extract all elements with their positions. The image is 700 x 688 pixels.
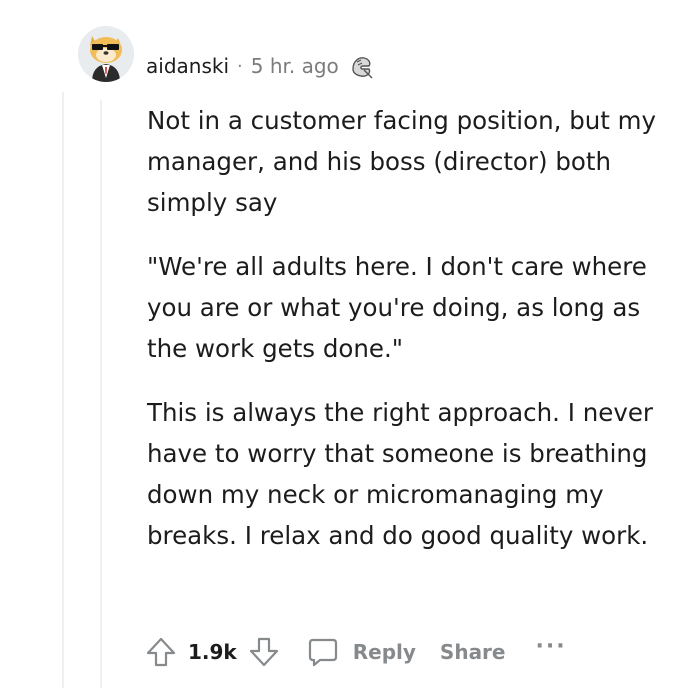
share-button[interactable]: Share xyxy=(440,640,506,664)
separator-dot: · xyxy=(237,55,243,77)
comment-body: Not in a customer facing position, but m… xyxy=(147,100,677,579)
comment-paragraph-1: Not in a customer facing position, but m… xyxy=(147,106,657,217)
downvote-icon xyxy=(249,637,278,667)
thread-line[interactable] xyxy=(62,92,64,688)
avatar[interactable] xyxy=(78,26,134,82)
vote-score: 1.9k xyxy=(188,640,237,664)
more-options-button[interactable]: ··· xyxy=(536,634,567,659)
comment-header: aidanski · 5 hr. ago xyxy=(146,52,377,80)
avatar-icon xyxy=(78,26,134,82)
upvote-icon xyxy=(146,637,176,667)
upvote-button[interactable] xyxy=(140,631,182,673)
comment-paragraph-2: "We're all adults here. I don't care whe… xyxy=(147,252,647,363)
timestamp[interactable]: 5 hr. ago xyxy=(251,54,339,78)
reply-button[interactable]: Reply xyxy=(307,636,416,668)
downvote-button[interactable] xyxy=(243,631,285,673)
reply-label: Reply xyxy=(352,640,416,664)
comment-actions: 1.9k Reply Share ··· xyxy=(140,628,567,676)
reply-icon xyxy=(308,638,337,667)
comment-thread-line[interactable] xyxy=(100,100,102,688)
award-icon[interactable] xyxy=(347,51,377,81)
comment-paragraph-3: This is always the right approach. I nev… xyxy=(147,398,653,550)
username[interactable]: aidanski xyxy=(146,54,229,78)
